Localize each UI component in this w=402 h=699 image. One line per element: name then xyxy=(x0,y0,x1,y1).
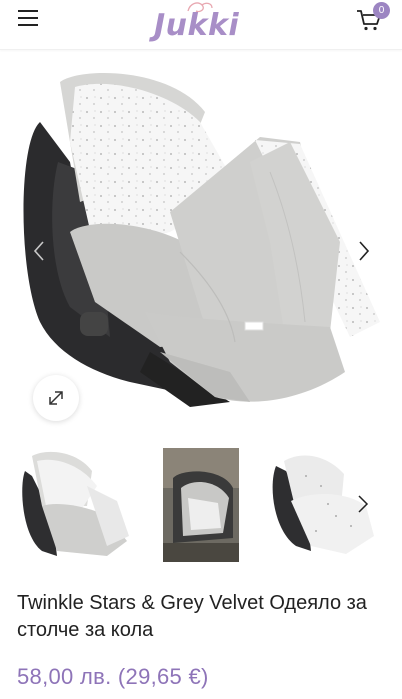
expand-icon[interactable] xyxy=(33,375,79,421)
next-image-chevron-right-icon[interactable] xyxy=(354,240,374,262)
prev-image-chevron-left-icon[interactable] xyxy=(30,240,50,262)
product-price: 58,00 лв. (29,65 €) xyxy=(17,664,209,689)
site-logo[interactable]: Jukki xyxy=(150,2,250,46)
thumbnail-1[interactable] xyxy=(17,446,135,564)
site-header: Jukki 0 xyxy=(0,0,402,50)
thumbnail-2[interactable] xyxy=(163,448,239,562)
next-thumbnail-chevron-right-icon[interactable] xyxy=(354,494,372,514)
product-title: Twinkle Stars & Grey Velvet Одеяло за ст… xyxy=(17,592,367,641)
logo-text: Jukki xyxy=(154,8,240,43)
thumbnail-gallery xyxy=(0,446,402,564)
hamburger-menu-icon[interactable] xyxy=(18,10,40,28)
cart-count-badge: 0 xyxy=(373,2,390,19)
